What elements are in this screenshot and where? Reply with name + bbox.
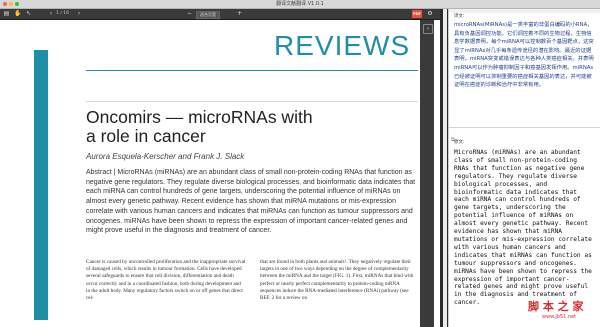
journal-heading: REVIEWS (274, 30, 411, 61)
zoom-in-icon[interactable]: + (236, 10, 243, 18)
original-label: 原文: (454, 140, 465, 145)
sidebar-toggle-icon[interactable]: ▤ (3, 10, 10, 18)
cursor-icon[interactable]: ↖ (25, 10, 32, 18)
article-abstract[interactable]: Abstract | MicroRNAs (miRNAs) are an abu… (86, 168, 416, 236)
pdf-badge[interactable]: PDF (412, 10, 422, 18)
window-title: 翻译文献翻译 V1.0.1 (276, 1, 324, 7)
zoom-select[interactable]: 适合页宽 (196, 11, 220, 19)
journal-side-bar (34, 50, 48, 320)
translation-text[interactable]: microRNAs(MiRNAs)是一类丰富的非蛋白编码的小RNA，具有负基因调… (454, 21, 594, 90)
body-column-2[interactable]: that are found in both plants and animal… (260, 259, 420, 302)
site-watermark: 脚 本 之 家 (528, 300, 584, 313)
vertical-scrollbar[interactable] (443, 9, 447, 327)
prev-page-icon[interactable]: ‹ (48, 10, 54, 18)
panel-header (449, 9, 600, 13)
translation-panel: 译文: microRNAs(MiRNAs)是一类丰富的非蛋白编码的小RNA，具有… (448, 9, 600, 327)
hand-icon[interactable]: ✋ (14, 10, 21, 18)
translation-label: 译文: (454, 14, 465, 19)
zoom-out-icon[interactable]: − (186, 10, 193, 18)
settings-icon[interactable]: ⚙ (426, 10, 434, 18)
panel-divider (449, 127, 600, 128)
original-text[interactable]: MicroRNAs (miRNAs) are an abundant class… (454, 149, 594, 307)
article-title-line1: Oncomirs — microRNAs with (86, 107, 313, 127)
site-watermark-url: www.jb51.net (542, 314, 577, 320)
next-page-icon[interactable]: › (76, 10, 82, 18)
article-title-line2: a role in cancer (86, 126, 206, 146)
heading-rule (86, 70, 418, 71)
page-indicator[interactable]: 1 / 16 (56, 10, 69, 18)
page-gutter (420, 20, 434, 327)
body-column-1[interactable]: Cancer is caused by uncontrolled prolife… (86, 259, 246, 302)
expand-panel-icon[interactable]: » (423, 24, 433, 34)
toolbar: ▤ ✋ ↖ ‹ 1 / 16 › − 适合页宽 + PDF ⚙ (0, 9, 440, 20)
title-bar: 翻译文献翻译 V1.0.1 (0, 0, 600, 9)
article-title: Oncomirs — microRNAs with a role in canc… (86, 108, 386, 146)
pdf-page: REVIEWS Oncomirs — microRNAs with a role… (0, 20, 440, 327)
article-authors: Aurora Esquela-Kerscher and Frank J. Sla… (86, 152, 245, 161)
section-rule (86, 101, 418, 102)
